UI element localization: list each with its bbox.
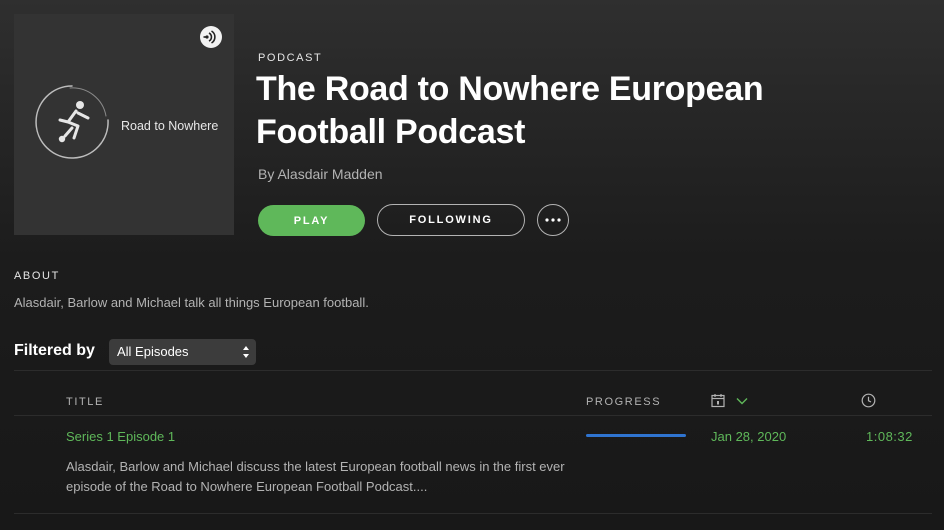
play-button[interactable]: PLAY [258,205,365,236]
column-header-title[interactable]: TITLE [66,396,104,408]
divider [14,415,932,416]
column-header-duration[interactable] [861,393,876,408]
podcast-title: The Road to Nowhere European Football Po… [256,70,764,151]
column-header-date[interactable] [711,393,748,408]
chevron-down-icon [736,397,748,405]
podcast-cover-art: Road to Nowhere [14,14,234,235]
episode-description: Alasdair, Barlow and Michael discuss the… [66,459,565,494]
cover-title-text: Road to Nowhere [121,119,219,133]
select-arrows-icon [242,343,250,361]
episode-duration: 1:08:32 [866,429,913,444]
more-options-icon [545,218,561,222]
more-options-button[interactable] [537,204,569,236]
episode-progress-fill [586,434,686,437]
podcast-author[interactable]: By Alasdair Madden [258,166,383,182]
calendar-icon [711,393,725,408]
anchor-podcast-icon [200,26,222,48]
episode-filter-select[interactable]: All Episodes [109,339,256,365]
following-button[interactable]: FOLLOWING [377,204,525,236]
content-type-label: PODCAST [258,52,323,64]
episode-title[interactable]: Series 1 Episode 1 [66,429,175,444]
divider [14,513,932,514]
column-header-progress[interactable]: PROGRESS [586,396,661,408]
filter-label: Filtered by [14,342,95,359]
episode-date: Jan 28, 2020 [711,429,787,444]
about-text: Alasdair, Barlow and Michael talk all th… [14,295,369,310]
about-heading: ABOUT [14,270,60,282]
episode-progress-bar [586,434,686,437]
filter-selected-value: All Episodes [117,344,189,359]
divider [14,370,932,371]
road-to-nowhere-logo-icon [32,82,112,162]
clock-icon [861,393,876,408]
